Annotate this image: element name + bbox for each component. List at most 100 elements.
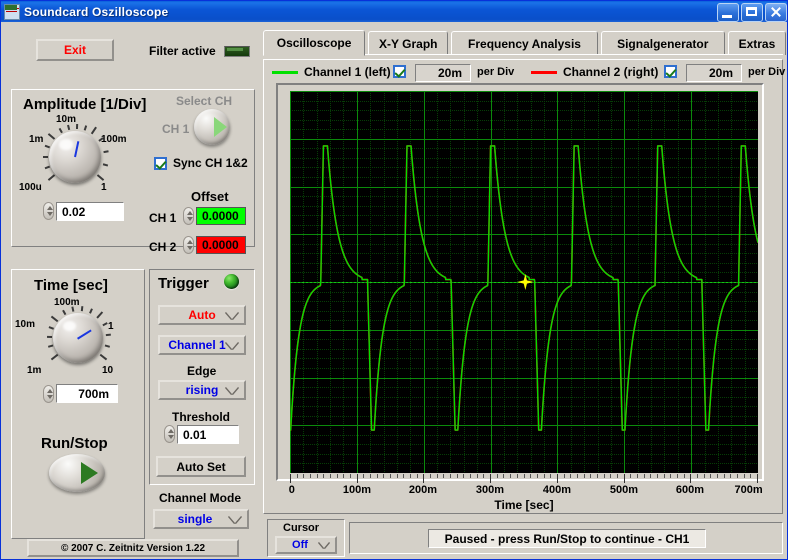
x-axis: 0 100m 200m 300m 400m 500m 600m 700m	[289, 474, 763, 496]
amplitude-knob[interactable]	[49, 131, 101, 183]
copyright-footer: © 2007 C. Zeitnitz Version 1.22	[27, 539, 239, 557]
amplitude-knob-label-1: 1	[101, 182, 107, 193]
tab-frequency-analysis[interactable]: Frequency Analysis	[451, 31, 598, 55]
chevron-down-icon	[229, 516, 241, 523]
time-knob-label-1m: 1m	[27, 365, 42, 376]
channel-2-per-div-field[interactable]: 20m	[686, 64, 742, 82]
channel-1-per-div-label: per Div	[477, 66, 515, 78]
x-axis-minor-tick	[377, 474, 378, 478]
x-axis-minor-tick	[717, 474, 718, 478]
x-axis-major-tick	[690, 474, 691, 483]
cursor-combo[interactable]: Off	[275, 536, 337, 554]
x-axis-minor-tick	[597, 474, 598, 478]
time-value-field[interactable]: 700m	[56, 384, 118, 403]
x-axis-tick-label: 400m	[542, 484, 572, 496]
time-title: Time [sec]	[34, 277, 108, 294]
tab-oscilloscope[interactable]: Oscilloscope	[263, 30, 366, 56]
maximize-button[interactable]	[741, 3, 763, 22]
x-axis-minor-tick	[537, 474, 538, 478]
tab-extras[interactable]: Extras	[727, 31, 786, 55]
offset-ch1-stepper[interactable]	[183, 207, 194, 225]
channel-1-per-div-field[interactable]: 20m	[415, 64, 471, 82]
x-axis-minor-tick	[397, 474, 398, 478]
tab-strip: Oscilloscope X-Y Graph Frequency Analysis S…	[263, 30, 786, 56]
x-axis-tick-label: 100m	[342, 484, 372, 496]
x-axis-minor-tick	[323, 474, 324, 478]
runstop-label: Run/Stop	[41, 435, 108, 452]
offset-ch2-stepper[interactable]	[183, 236, 194, 254]
trigger-channel-value: Channel 1	[168, 338, 226, 352]
x-axis-minor-tick	[744, 474, 745, 478]
offset-ch2-field[interactable]: 0.0000	[196, 236, 246, 254]
x-axis-minor-tick	[503, 474, 504, 478]
x-axis-minor-tick	[297, 474, 298, 478]
tab-x-y-graph[interactable]: X-Y Graph	[368, 31, 449, 55]
minimize-button[interactable]	[717, 3, 739, 22]
channel-1-checkbox[interactable]	[393, 65, 406, 78]
amplitude-stepper[interactable]	[43, 202, 54, 220]
select-ch-wedge-icon	[214, 117, 228, 137]
chevron-down-icon	[226, 312, 238, 319]
select-ch-button[interactable]	[194, 109, 230, 145]
time-knob-label-100m: 100m	[54, 297, 80, 308]
trigger-edge-combo[interactable]: rising	[158, 380, 246, 400]
auto-set-button[interactable]: Auto Set	[156, 456, 246, 477]
time-knob[interactable]	[53, 313, 103, 363]
trigger-threshold-field[interactable]: 0.01	[177, 425, 239, 444]
sync-channels-checkbox[interactable]	[154, 157, 167, 170]
x-axis-minor-tick	[510, 474, 511, 478]
x-axis-minor-tick	[544, 474, 545, 478]
x-axis-minor-tick	[737, 474, 738, 478]
x-axis-minor-tick	[677, 474, 678, 478]
waveform-svg	[290, 91, 758, 473]
x-axis-minor-tick	[704, 474, 705, 478]
x-axis-major-tick	[357, 474, 358, 483]
x-axis-minor-tick	[477, 474, 478, 478]
x-axis-tick-label: 500m	[609, 484, 639, 496]
x-axis-minor-tick	[710, 474, 711, 478]
oscilloscope-plot[interactable]	[290, 91, 758, 473]
time-knob-pointer	[77, 328, 92, 339]
run-stop-button[interactable]	[49, 454, 105, 492]
tab-signalgenerator[interactable]: Signalgenerator	[600, 31, 725, 55]
trigger-threshold-stepper[interactable]	[164, 425, 175, 443]
channel-2-checkbox[interactable]	[664, 65, 677, 78]
x-axis-minor-tick	[383, 474, 384, 478]
x-axis-minor-tick	[570, 474, 571, 478]
x-axis-minor-tick	[670, 474, 671, 478]
x-axis-minor-tick	[524, 474, 525, 478]
x-axis-minor-tick	[697, 474, 698, 478]
x-axis-minor-tick	[337, 474, 338, 478]
x-axis-major-tick	[423, 474, 424, 483]
chevron-down-icon	[226, 342, 238, 349]
x-axis-minor-tick	[463, 474, 464, 478]
x-axis-minor-tick	[657, 474, 658, 478]
x-axis-minor-tick	[450, 474, 451, 478]
knob-gloss	[59, 139, 73, 150]
amplitude-value-field[interactable]: 0.02	[56, 202, 124, 221]
trigger-channel-combo[interactable]: Channel 1	[158, 335, 246, 355]
cursor-label: Cursor	[283, 522, 320, 534]
x-axis-minor-tick	[350, 474, 351, 478]
time-stepper[interactable]	[43, 385, 54, 403]
close-button[interactable]	[765, 3, 787, 22]
amplitude-knob-label-100m: 100m	[101, 134, 127, 145]
channel-mode-combo[interactable]: single	[153, 509, 249, 529]
knob-tick	[43, 156, 48, 158]
offset-ch1-field[interactable]: 0.0000	[196, 207, 246, 225]
amplitude-knob-label-1m: 1m	[29, 134, 44, 145]
x-axis-major-tick	[490, 474, 491, 483]
exit-button[interactable]: Exit	[36, 39, 114, 61]
trigger-edge-value: rising	[185, 383, 219, 397]
trigger-mode-combo[interactable]: Auto	[158, 305, 246, 325]
channel-1-color-swatch	[272, 71, 298, 74]
filter-active-indicator	[224, 46, 250, 57]
x-axis-major-tick	[290, 474, 291, 483]
channel-1-label: Channel 1 (left)	[304, 65, 391, 79]
chevron-down-icon	[226, 387, 238, 394]
x-axis-minor-tick	[370, 474, 371, 478]
x-axis-minor-tick	[437, 474, 438, 478]
channel-2-label: Channel 2 (right)	[563, 65, 659, 79]
x-axis-major-tick	[757, 474, 758, 483]
x-axis-minor-tick	[410, 474, 411, 478]
